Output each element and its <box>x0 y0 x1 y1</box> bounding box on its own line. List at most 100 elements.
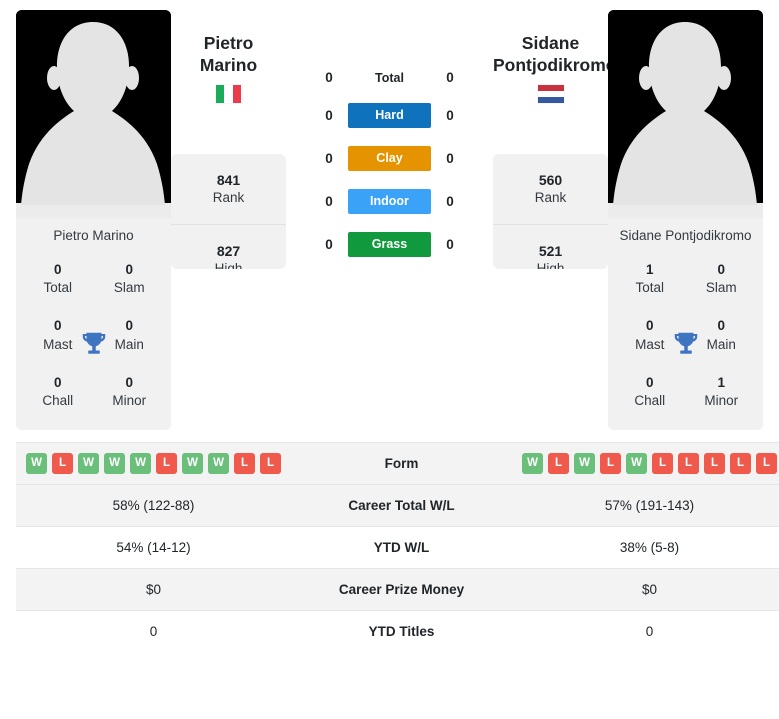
avatar-right <box>608 10 763 218</box>
titles-chall-right: 0 Chall <box>614 374 686 410</box>
form-badge-win: W <box>130 453 151 475</box>
player-card-left[interactable]: Pietro Marino 0 Total 0 Slam 0 Mast 0 Ma… <box>16 10 171 431</box>
row-label-ytd-wl: YTD W/L <box>373 540 430 556</box>
career-wl-left: 58% (122-88) <box>112 498 195 514</box>
high-cell-left: 827 High <box>171 225 286 269</box>
h2h-row-clay: 0 Clay 0 <box>319 146 461 171</box>
table-row-ytd-titles: 0 YTD Titles 0 <box>16 610 779 653</box>
form-badge-loss: L <box>756 453 777 475</box>
player-first-name-left: Pietro <box>203 33 254 53</box>
form-badge-win: W <box>104 453 125 475</box>
ytd-wl-left: 54% (14-12) <box>116 540 191 556</box>
titles-total-label: Total <box>43 280 73 296</box>
h2h-right-clay: 0 <box>446 151 454 166</box>
titles-minor-right: 1 Minor <box>686 374 758 410</box>
titles-slam-label: Slam <box>113 280 145 296</box>
titles-total-value: 1 <box>645 261 654 277</box>
h2h-right-grass: 0 <box>446 237 454 252</box>
rank-value-right: 560 <box>538 172 563 189</box>
row-label-career-wl: Career Total W/L <box>348 498 455 514</box>
high-value-right: 521 <box>538 243 563 260</box>
form-badge-loss: L <box>260 453 281 475</box>
titles-chall-value: 0 <box>53 374 62 390</box>
high-cell-right: 521 High <box>493 225 608 269</box>
titles-total-left: 0 Total <box>22 261 94 297</box>
h2h-right-total: 0 <box>446 70 454 85</box>
h2h-label-grass[interactable]: Grass <box>348 232 431 257</box>
form-badge-win: W <box>208 453 229 475</box>
titles-total-right: 1 Total <box>614 261 686 297</box>
form-badge-loss: L <box>548 453 569 475</box>
form-left-cell: WLWWWLWWLL <box>16 443 291 485</box>
player-name-left[interactable]: Pietro Marino <box>171 10 286 125</box>
high-value-left: 827 <box>216 243 241 260</box>
form-badge-win: W <box>626 453 647 475</box>
h2h-label-clay[interactable]: Clay <box>348 146 431 171</box>
h2h-row-hard: 0 Hard 0 <box>319 103 461 128</box>
player-name-right[interactable]: Sidane Pontjodikromo <box>493 10 617 125</box>
titles-chall-value: 0 <box>645 374 654 390</box>
rank-value-left: 841 <box>216 172 241 189</box>
titles-minor-label: Minor <box>112 392 147 408</box>
form-badge-win: W <box>182 453 203 475</box>
nl-flag-icon <box>537 85 564 104</box>
row-label-ytd-titles: YTD Titles <box>368 624 435 640</box>
titles-minor-label: Minor <box>704 392 739 408</box>
h2h-label-indoor[interactable]: Indoor <box>348 189 431 214</box>
ytd-wl-right: 38% (5-8) <box>619 540 680 556</box>
form-badge-loss: L <box>156 453 177 475</box>
titles-grid-left: 0 Total 0 Slam 0 Mast 0 Main 0 Chall 0 M… <box>16 257 171 430</box>
career-wl-right: 57% (191-143) <box>604 498 695 514</box>
h2h-left-hard: 0 <box>325 108 333 123</box>
high-label-right: High <box>536 261 565 269</box>
h2h-left-clay: 0 <box>325 151 333 166</box>
trophy-icon <box>674 332 697 354</box>
comparison-stats-table: WLWWWLWWLL Form WLWLWLLLLL 58% (122-88) … <box>16 442 779 652</box>
titles-chall-label: Chall <box>634 392 666 408</box>
rank-label-left: Rank <box>212 190 245 206</box>
form-badge-loss: L <box>52 453 73 475</box>
h2h-row-grass: 0 Grass 0 <box>319 232 461 257</box>
titles-slam-label: Slam <box>705 280 737 296</box>
table-row-ytd-wl: 54% (14-12) YTD W/L 38% (5-8) <box>16 526 779 569</box>
it-flag-icon <box>215 85 242 104</box>
titles-slam-right: 0 Slam <box>686 261 758 297</box>
form-badge-loss: L <box>652 453 673 475</box>
rank-card-left: 841 Rank 827 High 22 Age Plays <box>171 154 286 269</box>
form-badge-loss: L <box>730 453 751 475</box>
titles-total-label: Total <box>635 280 665 296</box>
titles-minor-left: 0 Minor <box>94 374 166 410</box>
player-card-right[interactable]: Sidane Pontjodikromo 1 Total 0 Slam 0 Ma… <box>608 10 763 431</box>
form-strip-left: WLWWWLWWLL <box>20 453 287 475</box>
form-badge-loss: L <box>234 453 255 475</box>
ytd-titles-left: 0 <box>149 624 158 640</box>
titles-total-value: 0 <box>53 261 62 277</box>
titles-slam-value: 0 <box>717 261 725 277</box>
form-badge-loss: L <box>600 453 621 475</box>
player-last-name-left: Marino <box>199 55 258 76</box>
titles-minor-value: 0 <box>125 374 133 390</box>
head-to-head-panel: 0 Total 0 0 Hard 0 0 Clay 0 0 Indoor 0 0… <box>286 10 493 257</box>
h2h-label-hard[interactable]: Hard <box>348 103 431 128</box>
trophy-icon <box>82 332 105 354</box>
titles-slam-left: 0 Slam <box>94 261 166 297</box>
form-badge-win: W <box>522 453 543 475</box>
form-badge-win: W <box>78 453 99 475</box>
form-badge-loss: L <box>678 453 699 475</box>
rank-card-right: 560 Rank 521 High 23 Age Plays <box>493 154 608 269</box>
form-badge-win: W <box>574 453 595 475</box>
rank-cell-right: 560 Rank <box>493 154 608 225</box>
form-strip-right: WLWLWLLLLL <box>516 453 779 475</box>
titles-slam-value: 0 <box>125 261 133 277</box>
row-label-prize-money: Career Prize Money <box>338 582 465 598</box>
titles-chall-left: 0 Chall <box>22 374 94 410</box>
h2h-left-grass: 0 <box>325 237 333 252</box>
player-first-name-right: Sidane <box>521 33 580 53</box>
rank-cell-left: 841 Rank <box>171 154 286 225</box>
h2h-row-total: 0 Total 0 <box>319 70 461 85</box>
table-row-form: WLWWWLWWLL Form WLWLWLLLLL <box>16 442 779 485</box>
high-label-left: High <box>214 261 243 269</box>
h2h-row-indoor: 0 Indoor 0 <box>319 189 461 214</box>
player-last-name-right: Pontjodikromo <box>493 55 617 76</box>
avatar-silhouette-icon <box>16 10 171 218</box>
